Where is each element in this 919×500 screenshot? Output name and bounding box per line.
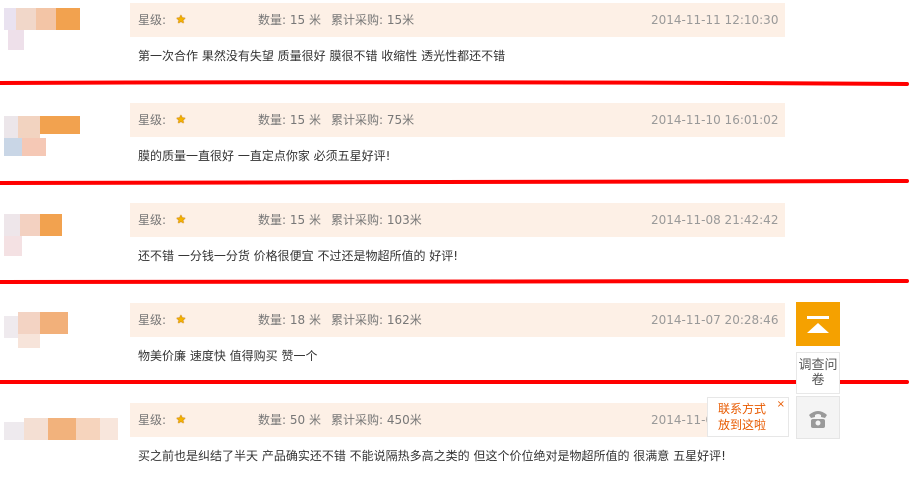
cumulative-purchase: 累计采购: 162米	[331, 303, 422, 337]
star-icon: ★	[176, 413, 186, 426]
rating-label: 星级:	[138, 213, 167, 227]
avatar	[0, 200, 120, 290]
annotation-underline	[0, 179, 919, 185]
rating-label: 星级:	[138, 113, 167, 127]
contact-phone-button[interactable]	[796, 396, 840, 439]
annotation-underline	[0, 279, 919, 285]
quantity: 数量: 50 米	[258, 403, 321, 437]
quantity-label: 数量:	[258, 413, 290, 427]
review-comment: 第一次合作 果然没有失望 质量很好 膜很不错 收缩性 透光性都还不错	[138, 49, 506, 63]
review-date: 2014-11-11 12:10:30	[651, 13, 779, 27]
quantity: 数量: 15 米	[258, 203, 321, 237]
quantity-label: 数量:	[258, 213, 290, 227]
quantity: 数量: 15 米	[258, 3, 321, 37]
review-date: 2014-11-08 21:42:42	[651, 213, 779, 227]
quantity-value: 15 米	[289, 113, 321, 127]
review-item: 星级: ★ ★ ★ ★ ★ 数量: 18 米 累计采购: 162米 2014-11-07…	[0, 300, 919, 400]
cumulative-label: 累计采购:	[331, 213, 387, 227]
cumulative-purchase: 累计采购: 15米	[331, 3, 414, 37]
back-to-top-icon	[807, 316, 829, 333]
cumulative-label: 累计采购:	[331, 13, 387, 27]
back-to-top-button[interactable]	[796, 302, 840, 346]
quantity: 数量: 15 米	[258, 103, 321, 137]
quantity-value: 15 米	[289, 213, 321, 227]
quantity-label: 数量:	[258, 313, 290, 327]
rating-label: 星级:	[138, 313, 167, 327]
review-meta-bar: 星级: ★ ★ ★ ★ ★ 数量: 18 米 累计采购: 162米 2014-11-07…	[130, 303, 785, 337]
avatar	[0, 100, 120, 190]
phone-icon	[809, 411, 827, 428]
review-meta-bar: 星级: ★ ★ ★ ★ ★ 数量: 15 米 累计采购: 103米 2014-11-08…	[130, 203, 785, 237]
review-meta-bar: 星级: ★ ★ ★ ★ ★ 数量: 15 米 累计采购: 15米 2014-11-11 …	[130, 3, 785, 37]
review-comment: 物美价廉 速度快 值得购买 赞一个	[138, 349, 318, 363]
annotation-underline	[0, 379, 919, 385]
review-comment: 买之前也是纠结了半天 产品确实还不错 不能说隔热多高之类的 但这个价位绝对是物超…	[138, 449, 726, 463]
cumulative-purchase: 累计采购: 103米	[331, 203, 422, 237]
avatar	[0, 400, 120, 490]
quantity-value: 18 米	[289, 313, 321, 327]
cumulative-value: 75米	[386, 113, 415, 127]
star-icon: ★	[176, 13, 186, 26]
cumulative-purchase: 累计采购: 450米	[331, 403, 422, 437]
close-icon[interactable]: ×	[777, 398, 785, 412]
contact-tooltip: 联系方式 放到这啦 ×	[707, 397, 789, 437]
review-comment: 还不错 一分钱一分货 价格很便宜 不过还是物超所值的 好评!	[138, 249, 459, 263]
review-item: 星级: ★ ★ ★ ★ ★ 数量: 15 米 累计采购: 75米 2014-11-10 …	[0, 100, 919, 200]
cumulative-value: 162米	[386, 313, 422, 327]
star-icon: ★	[176, 113, 186, 126]
review-date: 2014-11-07 20:28:46	[651, 313, 779, 327]
quantity: 数量: 18 米	[258, 303, 321, 337]
rating-label: 星级:	[138, 13, 167, 27]
avatar	[0, 0, 120, 90]
tooltip-line-2: 放到这啦	[718, 418, 767, 432]
review-meta-bar: 星级: ★ ★ ★ ★ ★ 数量: 15 米 累计采购: 75米 2014-11-10 …	[130, 103, 785, 137]
rating-label: 星级:	[138, 413, 167, 427]
cumulative-label: 累计采购:	[331, 413, 387, 427]
quantity-label: 数量:	[258, 13, 290, 27]
star-icon: ★	[176, 313, 186, 326]
review-date: 2014-11-10 16:01:02	[651, 113, 779, 127]
cumulative-label: 累计采购:	[331, 313, 387, 327]
review-date: 2014-11-0	[651, 413, 714, 427]
avatar	[0, 300, 120, 390]
cumulative-value: 15米	[386, 13, 415, 27]
annotation-underline	[0, 80, 919, 86]
review-item: 星级: ★ ★ ★ ★ ★ 数量: 15 米 累计采购: 103米 2014-11-08…	[0, 200, 919, 300]
quantity-label: 数量:	[258, 113, 290, 127]
review-meta-bar: 星级: ★ ★ ★ ★ ★ 数量: 50 米 累计采购: 450米 2014-11-0	[130, 403, 785, 437]
cumulative-purchase: 累计采购: 75米	[331, 103, 414, 137]
cumulative-value: 103米	[386, 213, 422, 227]
quantity-value: 15 米	[289, 13, 321, 27]
survey-button[interactable]: 调查问卷	[796, 352, 840, 394]
cumulative-value: 450米	[386, 413, 422, 427]
star-icon: ★	[176, 213, 186, 226]
quantity-value: 50 米	[289, 413, 321, 427]
cumulative-label: 累计采购:	[331, 113, 387, 127]
review-comment: 膜的质量一直很好 一直定点你家 必须五星好评!	[138, 149, 391, 163]
